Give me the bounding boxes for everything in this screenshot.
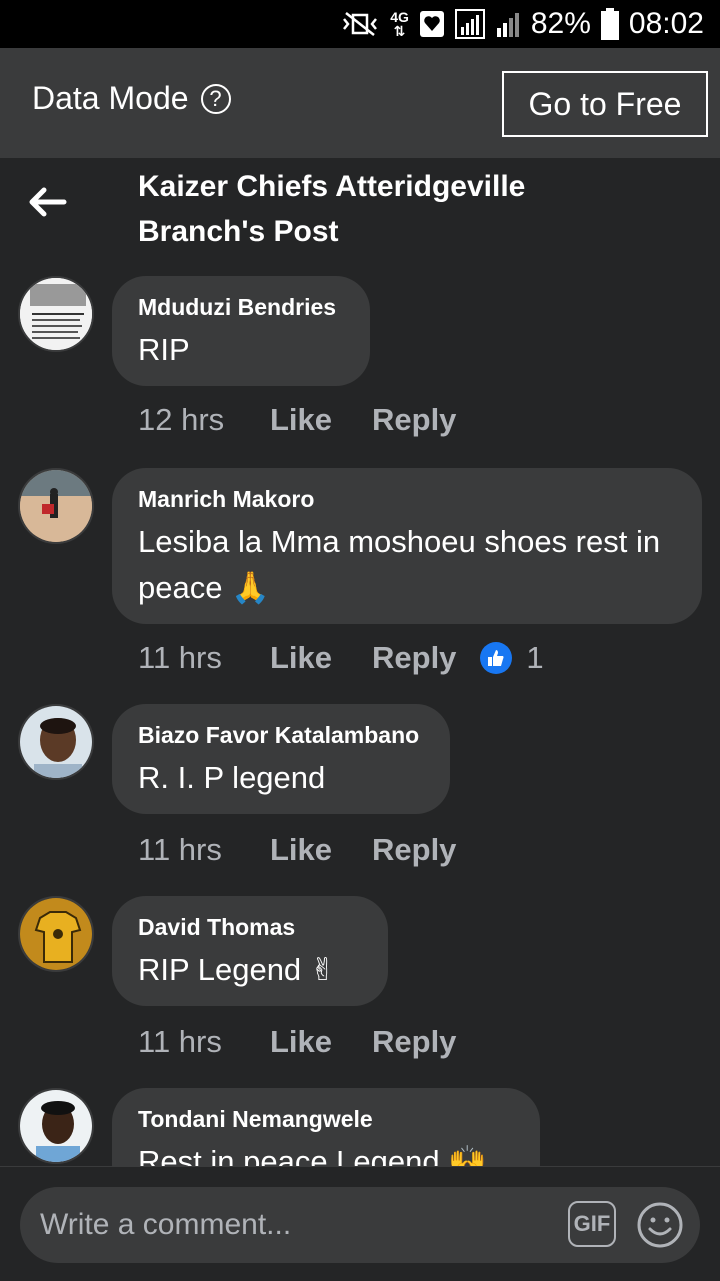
commenter-name[interactable]: David Thomas — [138, 914, 362, 941]
like-button[interactable]: Like — [270, 1024, 372, 1060]
go-to-free-button[interactable]: Go to Free — [502, 71, 708, 137]
avatar[interactable] — [18, 1088, 94, 1164]
reply-button[interactable]: Reply — [372, 640, 456, 676]
comment-bubble[interactable]: Mduduzi Bendries RIP — [112, 276, 370, 386]
back-arrow-icon[interactable] — [26, 180, 70, 224]
help-icon[interactable]: ? — [200, 83, 231, 114]
commenter-name[interactable]: Tondani Nemangwele — [138, 1106, 514, 1133]
page-title: Kaizer Chiefs Atteridgeville Branch's Po… — [138, 170, 526, 248]
reply-button[interactable]: Reply — [372, 402, 456, 438]
data-mode-banner: Data Mode ? Go to Free — [0, 48, 720, 158]
emoji-icon[interactable] — [636, 1201, 684, 1249]
comment-bubble[interactable]: Tondani Nemangwele Rest in peace Legend … — [112, 1088, 540, 1166]
gif-icon[interactable]: GIF — [568, 1201, 616, 1247]
signal-strength-icon — [454, 9, 485, 39]
comment-actions: 11 hrs Like Reply — [138, 1024, 456, 1060]
comment-time: 11 hrs — [138, 640, 222, 675]
comment-bubble[interactable]: Biazo Favor Katalambano R. I. P legend — [112, 704, 450, 814]
comment-text: Rest in peace Legend 🙌 — [138, 1144, 487, 1166]
clock: 08:02 — [628, 7, 704, 40]
avatar[interactable] — [18, 896, 94, 972]
comment-input[interactable]: Write a comment... GIF — [20, 1187, 700, 1263]
network-4g-icon: 4G ⇅ — [390, 9, 409, 39]
comment-composer: Write a comment... GIF — [0, 1166, 720, 1281]
reaction-count: 1 — [526, 640, 544, 675]
comment-actions: 12 hrs Like Reply — [138, 402, 456, 438]
comment-bubble[interactable]: David Thomas RIP Legend ✌ — [112, 896, 388, 1006]
network-label: 4G — [390, 9, 409, 25]
commenter-name[interactable]: Mduduzi Bendries — [138, 294, 344, 321]
comment-text: RIP — [138, 332, 190, 367]
comment-time: 11 hrs — [138, 832, 222, 867]
reply-button[interactable]: Reply — [372, 832, 456, 868]
comment-actions: 11 hrs Like Reply 1 — [138, 640, 544, 676]
thumbs-up-icon — [480, 642, 513, 674]
comment-text: R. I. P legend — [138, 760, 326, 795]
comment-time: 11 hrs — [138, 1024, 222, 1059]
like-button[interactable]: Like — [270, 640, 372, 676]
comment-time: 12 hrs — [138, 402, 225, 437]
comment-list[interactable]: Mduduzi Bendries RIP 12 hrs Like Reply M… — [0, 258, 720, 1166]
commenter-name[interactable]: Biazo Favor Katalambano — [138, 722, 424, 749]
signal-strength-icon-2 — [495, 10, 521, 38]
status-bar: 4G ⇅ 82% 08:02 — [0, 0, 720, 48]
heart-notification-icon — [419, 10, 445, 38]
like-button[interactable]: Like — [270, 402, 372, 438]
comment-input-placeholder: Write a comment... — [40, 1208, 292, 1241]
avatar[interactable] — [18, 704, 94, 780]
like-button[interactable]: Like — [270, 832, 372, 868]
reply-button[interactable]: Reply — [372, 1024, 456, 1060]
battery-icon — [600, 8, 619, 40]
data-mode-label: Data Mode — [32, 80, 189, 116]
comment-text: Lesiba la Mma moshoeu shoes rest in peac… — [138, 524, 661, 605]
avatar[interactable] — [18, 276, 94, 352]
silent-vibrate-icon — [340, 9, 380, 39]
post-header: Kaizer Chiefs Atteridgeville Branch's Po… — [0, 158, 720, 258]
comment-actions: 11 hrs Like Reply — [138, 832, 456, 868]
comment-bubble[interactable]: Manrich Makoro Lesiba la Mma moshoeu sho… — [112, 468, 702, 624]
reaction-summary[interactable]: 1 — [480, 640, 544, 676]
comment-text: RIP Legend ✌ — [138, 952, 336, 987]
commenter-name[interactable]: Manrich Makoro — [138, 486, 676, 513]
battery-percent: 82% — [530, 7, 591, 40]
data-mode-label-group: Data Mode ? — [32, 80, 231, 117]
avatar[interactable] — [18, 468, 94, 544]
